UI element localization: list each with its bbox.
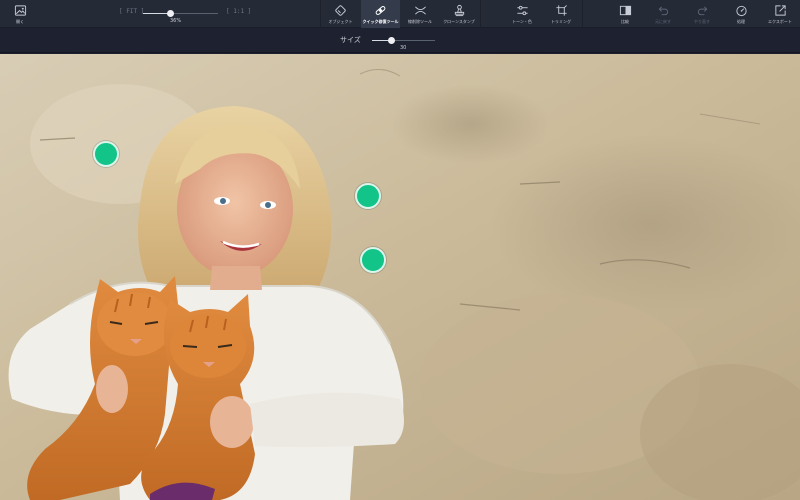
export-button[interactable]: エクスポート — [761, 0, 799, 28]
tool-options-bar: サイズ 30 — [0, 28, 800, 53]
zoom-value: 36% — [170, 18, 182, 24]
brush-size-label: サイズ — [340, 36, 361, 44]
photo-canvas[interactable] — [0, 54, 800, 500]
redo-icon — [697, 6, 707, 16]
repair-marker[interactable] — [93, 141, 119, 167]
tool-clone-stamp[interactable]: クローンスタンプ — [440, 0, 478, 28]
image-icon — [14, 5, 26, 16]
undo-icon — [658, 6, 668, 16]
tool-crop[interactable]: トリミング — [542, 0, 580, 28]
tool-line-remove-label: 線削除ツール — [408, 19, 432, 24]
redo-button[interactable]: やり直す — [685, 0, 719, 28]
brush-size-slider-thumb[interactable] — [387, 37, 395, 44]
open-label: 開く — [16, 19, 24, 24]
compare-button[interactable]: 比較 — [608, 0, 642, 28]
stamp-icon — [454, 4, 464, 17]
zoom-slider[interactable] — [143, 10, 218, 17]
photo — [0, 54, 800, 500]
open-button[interactable]: 開く — [6, 0, 34, 28]
undo-label: 元に戻す — [655, 19, 671, 24]
repair-marker[interactable] — [355, 183, 381, 209]
export-label: エクスポート — [768, 19, 792, 24]
tool-crop-label: トリミング — [551, 19, 571, 24]
redo-label: やり直す — [694, 19, 710, 24]
brush-size-slider[interactable] — [372, 37, 435, 44]
tool-tone-color-label: トーン・色 — [512, 19, 532, 24]
top-toolbar: 開く [ FIT ] 36% [ 1:1 ] オブジェクト クイック修復ツール … — [0, 0, 800, 28]
sliders-icon — [516, 5, 528, 16]
process-button[interactable]: 処理 — [724, 0, 758, 28]
app-window: 開く [ FIT ] 36% [ 1:1 ] オブジェクト クイック修復ツール … — [0, 0, 800, 500]
export-icon — [774, 5, 786, 16]
zoom-slider-fill — [143, 13, 170, 14]
undo-button[interactable]: 元に戻す — [646, 0, 680, 28]
tool-object[interactable]: オブジェクト — [321, 0, 360, 28]
line-cross-icon — [414, 6, 426, 15]
zoom-slider-thumb[interactable] — [167, 10, 174, 17]
tool-object-label: オブジェクト — [328, 19, 353, 24]
crop-icon — [555, 5, 567, 16]
bandage-icon — [375, 6, 386, 15]
tool-line-remove[interactable]: 線削除ツール — [401, 0, 439, 28]
divider — [582, 0, 583, 28]
repair-marker[interactable] — [360, 247, 386, 273]
split-view-icon — [619, 5, 631, 16]
zoom-one-to-one-button[interactable]: [ 1:1 ] — [226, 8, 251, 15]
divider — [480, 0, 481, 28]
tool-clone-stamp-label: クローンスタンプ — [443, 19, 475, 24]
eraser-icon — [335, 5, 346, 16]
gauge-icon — [735, 5, 747, 17]
process-label: 処理 — [737, 19, 745, 24]
compare-label: 比較 — [621, 19, 629, 24]
tool-tone-color[interactable]: トーン・色 — [503, 0, 541, 28]
zoom-fit-button[interactable]: [ FIT ] — [119, 8, 144, 15]
tool-quick-repair[interactable]: クイック修復ツール — [361, 0, 400, 28]
tool-quick-repair-label: クイック修復ツール — [362, 19, 399, 24]
brush-size-value: 30 — [400, 45, 407, 51]
